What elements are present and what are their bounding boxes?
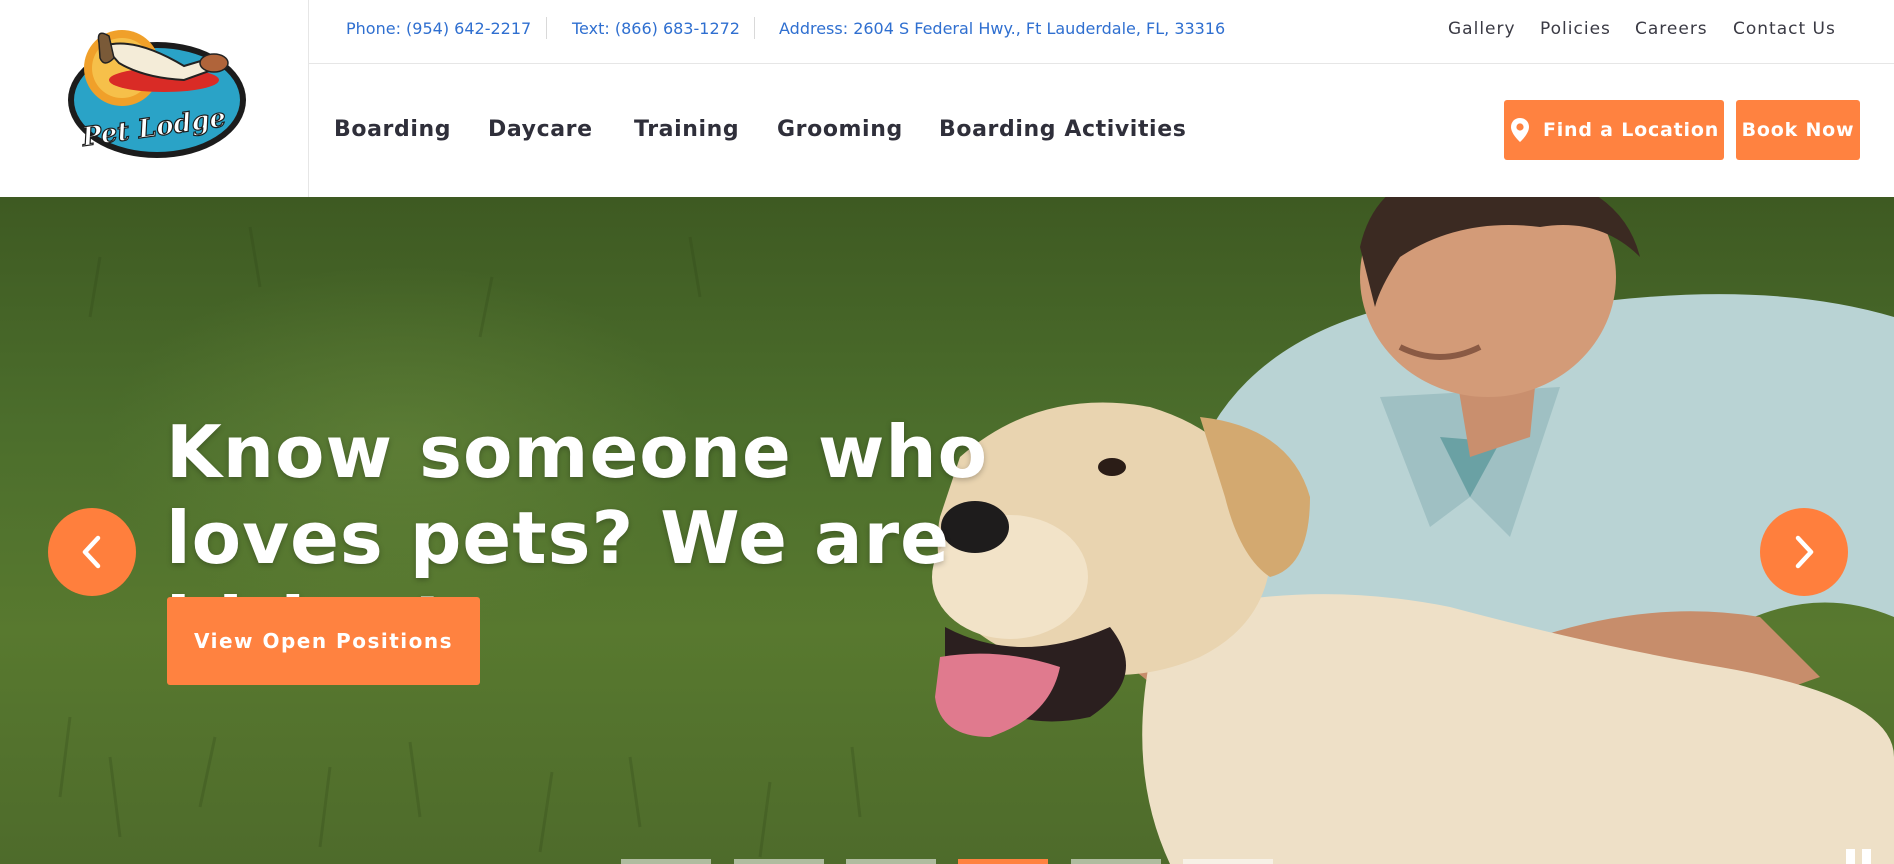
slide-dot-2[interactable]	[734, 859, 824, 864]
chevron-left-icon	[82, 535, 101, 569]
prev-slide-button[interactable]	[48, 508, 136, 596]
slide-dot-5[interactable]	[1071, 859, 1161, 864]
hero-slider: Know someone who loves pets? We are hiri…	[0, 197, 1894, 864]
find-location-button[interactable]: Find a Location	[1504, 100, 1724, 160]
nav-item-daycare[interactable]: Daycare	[488, 117, 593, 142]
nav-item-boarding[interactable]: Boarding	[334, 117, 451, 142]
slide-dot-1[interactable]	[621, 859, 711, 864]
pet-lodge-logo[interactable]: Pet Lodge	[64, 18, 250, 164]
nav-item-training[interactable]: Training	[634, 117, 739, 142]
logo-area: Pet Lodge	[0, 0, 309, 197]
book-now-button[interactable]: Book Now	[1736, 100, 1860, 160]
text-link[interactable]: Text: (866) 683-1272	[572, 19, 740, 38]
slide-dot-6[interactable]	[1183, 859, 1273, 864]
divider	[754, 17, 755, 39]
utility-bar: Phone: (954) 642-2217 Text: (866) 683-12…	[309, 0, 1894, 64]
pause-icon[interactable]	[1846, 849, 1876, 864]
view-open-positions-button[interactable]: View Open Positions	[167, 597, 480, 685]
gallery-link[interactable]: Gallery	[1448, 19, 1516, 39]
site-header: Pet Lodge Phone: (954) 642-2217 Text: (8…	[0, 0, 1894, 197]
find-location-label: Find a Location	[1542, 119, 1720, 141]
slide-dot-3[interactable]	[846, 859, 936, 864]
phone-link[interactable]: Phone: (954) 642-2217	[346, 19, 531, 38]
book-now-label: Book Now	[1741, 119, 1855, 141]
address-link[interactable]: Address: 2604 S Federal Hwy., Ft Lauderd…	[779, 19, 1225, 38]
nav-item-grooming[interactable]: Grooming	[777, 117, 903, 142]
policies-link[interactable]: Policies	[1540, 19, 1611, 39]
slide-dot-4[interactable]	[958, 859, 1048, 864]
careers-link[interactable]: Careers	[1635, 19, 1708, 39]
nav-item-boarding-activities[interactable]: Boarding Activities	[939, 117, 1186, 142]
map-pin-icon	[1510, 118, 1529, 142]
divider	[546, 17, 547, 39]
next-slide-button[interactable]	[1760, 508, 1848, 596]
contact-us-link[interactable]: Contact Us	[1733, 19, 1836, 39]
chevron-right-icon	[1795, 535, 1814, 569]
